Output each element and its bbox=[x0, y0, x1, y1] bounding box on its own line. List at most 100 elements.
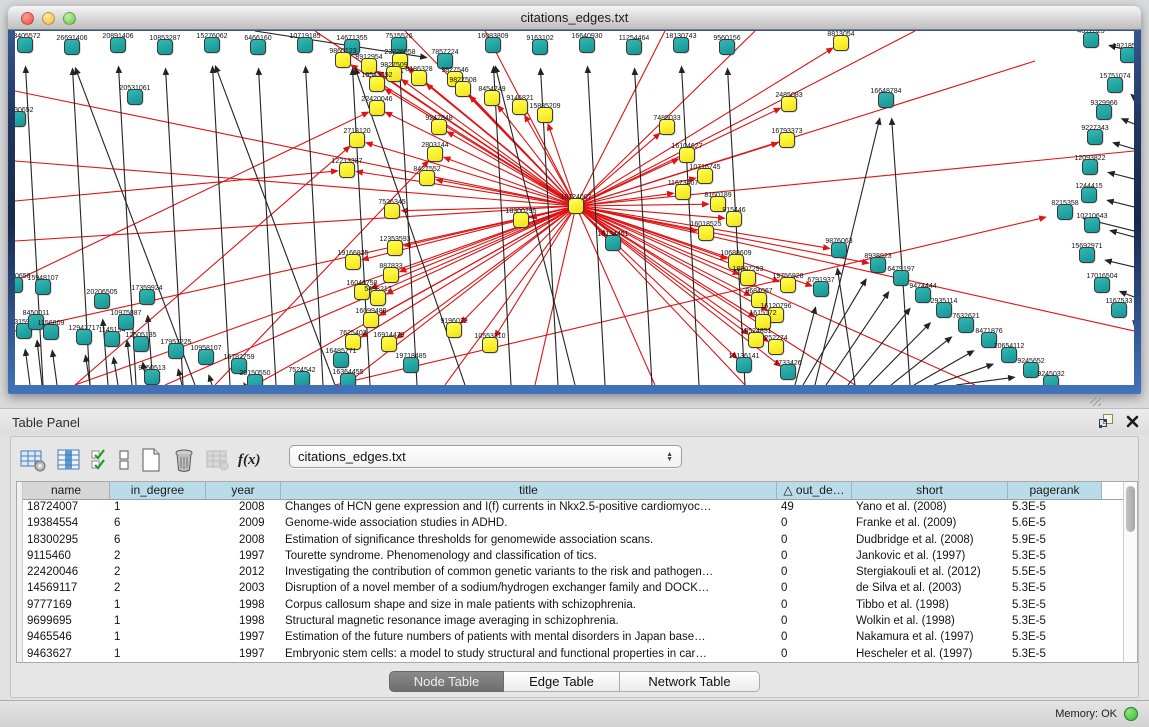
graph-node[interactable] bbox=[369, 100, 385, 116]
graph-node[interactable] bbox=[698, 225, 714, 241]
column-header-year[interactable]: year bbox=[206, 482, 281, 499]
graph-node[interactable] bbox=[915, 287, 931, 303]
float-window-icon[interactable] bbox=[1099, 414, 1114, 428]
column-header-title[interactable]: title bbox=[281, 482, 777, 499]
graph-node[interactable] bbox=[381, 336, 397, 352]
graph-node[interactable] bbox=[1082, 159, 1098, 175]
graph-node[interactable] bbox=[780, 364, 796, 380]
graph-node[interactable] bbox=[1083, 32, 1099, 48]
graph-node[interactable] bbox=[1096, 104, 1112, 120]
graph-node[interactable] bbox=[675, 184, 691, 200]
graph-node[interactable] bbox=[679, 147, 695, 163]
graph-node[interactable] bbox=[64, 39, 80, 55]
graph-node[interactable] bbox=[779, 132, 795, 148]
table-row[interactable]: 1456911722003Disruption of a novel membe… bbox=[23, 581, 1123, 597]
table-row[interactable]: 911546021997Tourette syndrome. Phenomeno… bbox=[23, 549, 1123, 565]
graph-node[interactable] bbox=[204, 37, 220, 53]
graph-node[interactable] bbox=[94, 293, 110, 309]
graph-node[interactable] bbox=[157, 39, 173, 55]
graph-node[interactable] bbox=[740, 270, 756, 286]
graph-node[interactable] bbox=[1120, 47, 1134, 63]
graph-node[interactable] bbox=[673, 37, 689, 53]
graph-node[interactable] bbox=[1087, 129, 1103, 145]
graph-node[interactable] bbox=[537, 107, 553, 123]
graph-node[interactable] bbox=[247, 374, 263, 385]
graph-node[interactable] bbox=[387, 240, 403, 256]
graph-node[interactable] bbox=[659, 119, 675, 135]
graph-node[interactable] bbox=[1094, 277, 1110, 293]
graph-node[interactable] bbox=[1081, 187, 1097, 203]
graph-node[interactable] bbox=[43, 324, 59, 340]
graph-node[interactable] bbox=[339, 162, 355, 178]
graph-node[interactable] bbox=[297, 37, 313, 53]
graph-node[interactable] bbox=[1107, 77, 1123, 93]
graph-node[interactable] bbox=[403, 357, 419, 373]
graph-node[interactable] bbox=[110, 37, 126, 53]
column-header-pagerank[interactable]: pagerank bbox=[1008, 482, 1102, 499]
graph-node[interactable] bbox=[605, 235, 621, 251]
graph-node[interactable] bbox=[1001, 347, 1017, 363]
graph-node[interactable] bbox=[568, 198, 584, 214]
graph-node[interactable] bbox=[878, 92, 894, 108]
graph-node[interactable] bbox=[455, 81, 471, 97]
table-row[interactable]: 1872400712008Changes of HCN gene express… bbox=[23, 500, 1123, 516]
graph-node[interactable] bbox=[831, 242, 847, 258]
graph-node[interactable] bbox=[198, 349, 214, 365]
table-row[interactable]: 946362711997Embryonic stem cells: a mode… bbox=[23, 647, 1123, 662]
graph-node[interactable] bbox=[579, 37, 595, 53]
graph-node[interactable] bbox=[294, 371, 310, 385]
graph-node[interactable] bbox=[383, 267, 399, 283]
vertical-scrollbar[interactable] bbox=[1123, 482, 1137, 662]
graph-node[interactable] bbox=[250, 39, 266, 55]
window-resize-grip[interactable] bbox=[1090, 397, 1101, 406]
table-selector-dropdown[interactable]: citations_edges.txt ▲▼ bbox=[289, 445, 682, 468]
graph-node[interactable] bbox=[780, 277, 796, 293]
graph-node[interactable] bbox=[1111, 302, 1127, 318]
graph-node[interactable] bbox=[748, 332, 764, 348]
graph-node[interactable] bbox=[127, 89, 143, 105]
rows-icon[interactable] bbox=[118, 447, 130, 473]
graph-node[interactable] bbox=[15, 277, 23, 293]
graph-node[interactable] bbox=[813, 281, 829, 297]
graph-node[interactable] bbox=[781, 96, 797, 112]
graph-node[interactable] bbox=[626, 39, 642, 55]
graph-node[interactable] bbox=[726, 211, 742, 227]
graph-node[interactable] bbox=[697, 168, 713, 184]
network-window-titlebar[interactable]: citations_edges.txt bbox=[8, 6, 1141, 30]
table-row[interactable]: 977716911998Corpus callosum shape and si… bbox=[23, 598, 1123, 614]
graph-node[interactable] bbox=[870, 257, 886, 273]
graph-node[interactable] bbox=[411, 70, 427, 86]
graph-node[interactable] bbox=[333, 352, 349, 368]
graph-node[interactable] bbox=[532, 39, 548, 55]
graph-node[interactable] bbox=[76, 329, 92, 345]
graph-node[interactable] bbox=[340, 373, 356, 385]
memory-status-icon[interactable] bbox=[1124, 707, 1138, 721]
table-row[interactable]: 1830029562008Estimation of significance … bbox=[23, 533, 1123, 549]
graph-node[interactable] bbox=[370, 290, 386, 306]
graph-node[interactable] bbox=[349, 132, 365, 148]
graph-node[interactable] bbox=[936, 302, 952, 318]
graph-node[interactable] bbox=[512, 99, 528, 115]
graph-node[interactable] bbox=[958, 317, 974, 333]
graph-node[interactable] bbox=[17, 37, 33, 53]
graph-node[interactable] bbox=[335, 52, 351, 68]
table-row[interactable]: 2242004622012Investigating the contribut… bbox=[23, 565, 1123, 581]
new-file-icon[interactable] bbox=[139, 447, 163, 473]
scrollbar-thumb[interactable] bbox=[1126, 486, 1135, 532]
graph-node[interactable] bbox=[482, 337, 498, 353]
graph-node[interactable] bbox=[419, 170, 435, 186]
delete-trash-icon[interactable] bbox=[172, 447, 196, 473]
graph-node[interactable] bbox=[1084, 217, 1100, 233]
graph-node[interactable] bbox=[104, 331, 120, 347]
graph-node[interactable] bbox=[768, 339, 784, 355]
graph-node[interactable] bbox=[168, 343, 184, 359]
graph-node[interactable] bbox=[736, 357, 752, 373]
graph-node[interactable] bbox=[133, 336, 149, 352]
graph-node[interactable] bbox=[15, 111, 26, 127]
tab-node-table[interactable]: Node Table bbox=[389, 671, 504, 692]
graph-node[interactable] bbox=[484, 90, 500, 106]
graph-node[interactable] bbox=[363, 312, 379, 328]
network-canvas[interactable]: 2340557226691406208914061085328715276062… bbox=[15, 31, 1134, 385]
graph-node[interactable] bbox=[893, 270, 909, 286]
table-row[interactable]: 969969511998Structural magnetic resonanc… bbox=[23, 614, 1123, 630]
